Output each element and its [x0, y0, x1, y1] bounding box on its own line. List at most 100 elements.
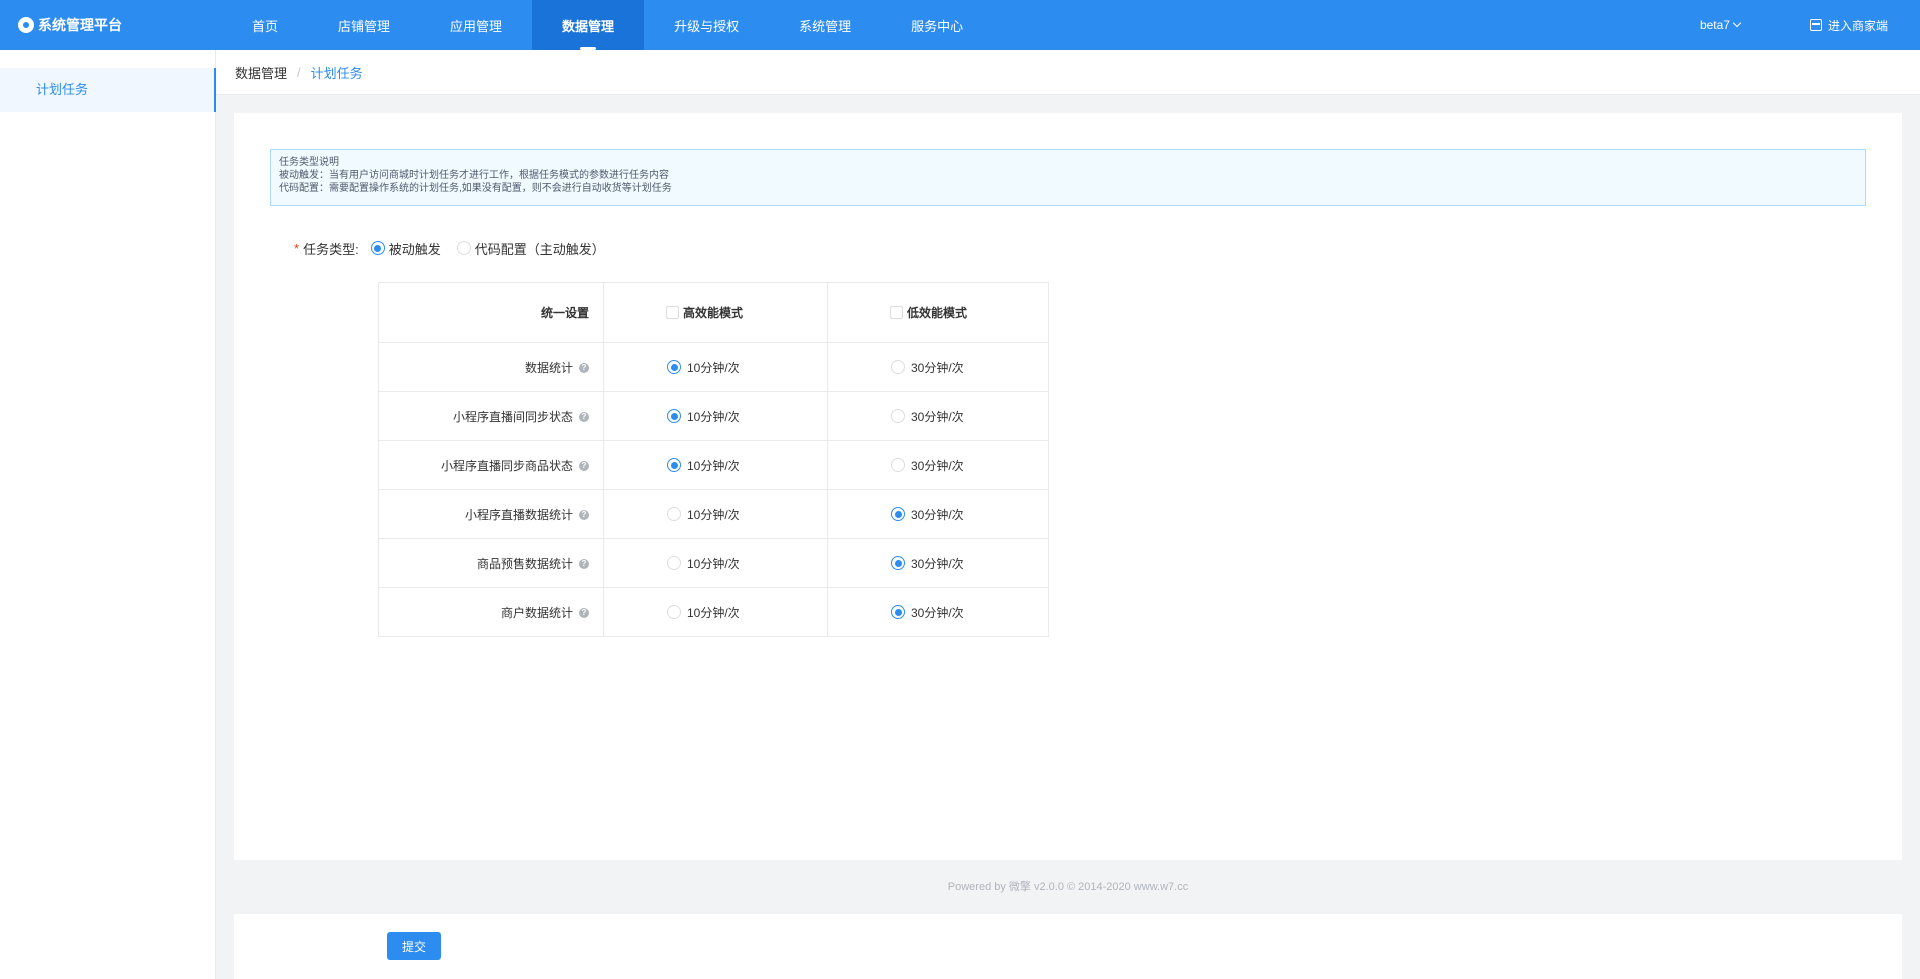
option-label: 10分钟/次: [687, 458, 740, 473]
row-name: 小程序直播数据统计: [464, 507, 573, 522]
row-name: 商户数据统计: [500, 605, 573, 620]
row-option-10min[interactable]: 10分钟/次: [604, 457, 827, 474]
option-label: 30分钟/次: [911, 458, 964, 473]
option-label: 10分钟/次: [687, 409, 740, 424]
row-option-10min[interactable]: 10分钟/次: [604, 604, 827, 621]
radio-10min[interactable]: [667, 556, 681, 570]
table-row: 小程序直播间同步状态? 10分钟/次 30分钟/次: [378, 391, 1049, 441]
nav-item-store-management[interactable]: 店铺管理: [308, 0, 420, 50]
row-option-10min[interactable]: 10分钟/次: [604, 359, 827, 376]
footer-copyright: Powered by 微擎 v2.0.0 © 2014-2020 www.w7.…: [947, 881, 1189, 893]
sidebar-item-scheduled-tasks[interactable]: 计划任务: [0, 68, 216, 112]
nav-item-home[interactable]: 首页: [222, 0, 308, 50]
option-label: 10分钟/次: [687, 605, 740, 620]
radio-10min[interactable]: [667, 360, 681, 374]
row-option-30min[interactable]: 30分钟/次: [828, 604, 1048, 621]
content-card: 任务类型说明 被动触发：当有用户访问商城时计划任务才进行工作，根据任务模式的参数…: [234, 113, 1902, 860]
store-icon: [1809, 19, 1822, 31]
table-row: 小程序直播同步商品状态? 10分钟/次 30分钟/次: [378, 440, 1049, 490]
help-icon[interactable]: ?: [579, 412, 589, 423]
table-row: 商品预售数据统计? 10分钟/次 30分钟/次: [378, 538, 1049, 588]
table-header-row: 统一设置 高效能模式 低效能模式: [378, 282, 1049, 343]
low-performance-checkbox[interactable]: [890, 306, 903, 319]
option-label: 30分钟/次: [911, 605, 964, 620]
user-menu[interactable]: beta7: [1699, 18, 1742, 32]
table-header-low: 低效能模式: [827, 282, 1049, 343]
row-name: 小程序直播同步商品状态: [440, 458, 573, 473]
nav-item-system-management[interactable]: 系统管理: [769, 0, 881, 50]
main-nav: 首页 店铺管理 应用管理 数据管理 升级与授权 系统管理 服务中心: [222, 0, 993, 50]
row-option-10min[interactable]: 10分钟/次: [604, 555, 827, 572]
table-row: 小程序直播数据统计? 10分钟/次 30分钟/次: [378, 489, 1049, 539]
row-name: 小程序直播间同步状态: [452, 409, 573, 424]
task-type-option-passive[interactable]: 被动触发: [370, 239, 441, 258]
task-type-radio-code[interactable]: [456, 241, 471, 255]
help-icon[interactable]: ?: [579, 363, 589, 374]
row-name: 商品预售数据统计: [476, 556, 573, 571]
breadcrumb-separator: /: [297, 64, 301, 80]
chevron-down-icon: [1732, 18, 1742, 28]
table-row: 数据统计? 10分钟/次 30分钟/次: [378, 342, 1049, 392]
row-option-10min[interactable]: 10分钟/次: [604, 408, 827, 425]
radio-10min[interactable]: [667, 605, 681, 619]
radio-30min[interactable]: [891, 507, 905, 521]
radio-30min[interactable]: [891, 360, 905, 374]
top-right-actions: beta7 进入商家端: [1700, 0, 1888, 50]
info-notice: 任务类型说明 被动触发：当有用户访问商城时计划任务才进行工作，根据任务模式的参数…: [270, 149, 1866, 206]
help-icon[interactable]: ?: [579, 559, 589, 570]
notice-line-passive: 被动触发：当有用户访问商城时计划任务才进行工作，根据任务模式的参数进行任务内容: [279, 170, 669, 181]
help-icon[interactable]: ?: [579, 608, 589, 619]
task-type-radio-passive[interactable]: [370, 241, 385, 255]
nav-item-upgrade-license[interactable]: 升级与授权: [644, 0, 769, 50]
nav-item-service-center[interactable]: 服务中心: [881, 0, 993, 50]
help-icon[interactable]: ?: [579, 461, 589, 472]
action-bar: 提交: [234, 914, 1902, 979]
option-label: 10分钟/次: [687, 556, 740, 571]
breadcrumb-parent[interactable]: 数据管理: [235, 63, 287, 82]
table-header-unified: 统一设置: [378, 282, 604, 343]
radio-10min[interactable]: [667, 507, 681, 521]
enter-store-label: 进入商家端: [1827, 18, 1888, 33]
enter-store-link[interactable]: 进入商家端: [1809, 17, 1888, 34]
radio-30min[interactable]: [891, 409, 905, 423]
option-label: 30分钟/次: [911, 556, 964, 571]
option-label: 10分钟/次: [687, 360, 740, 375]
notice-title: 任务类型说明: [279, 157, 339, 168]
notice-line-code: 代码配置：需要配置操作系统的计划任务,如果没有配置，则不会进行自动收货等计划任务: [279, 183, 672, 194]
submit-button[interactable]: 提交: [387, 932, 441, 960]
app-logo[interactable]: 系统管理平台: [18, 0, 122, 50]
row-option-30min[interactable]: 30分钟/次: [828, 506, 1048, 523]
nav-item-data-management[interactable]: 数据管理: [532, 0, 645, 50]
app-title: 系统管理平台: [38, 17, 122, 33]
radio-30min[interactable]: [891, 458, 905, 472]
option-label: 30分钟/次: [911, 360, 964, 375]
high-performance-label: 高效能模式: [683, 306, 744, 320]
task-type-label: 任务类型:: [303, 241, 359, 257]
breadcrumb: 数据管理 / 计划任务: [216, 50, 1920, 95]
sidebar: 计划任务: [0, 50, 216, 979]
help-icon[interactable]: ?: [579, 510, 589, 521]
row-option-30min[interactable]: 30分钟/次: [828, 408, 1048, 425]
task-type-option-code-label: 代码配置（主动触发）: [474, 241, 605, 257]
option-label: 30分钟/次: [911, 409, 964, 424]
required-mark: *: [294, 240, 300, 256]
row-option-30min[interactable]: 30分钟/次: [828, 457, 1048, 474]
radio-10min[interactable]: [667, 458, 681, 472]
high-performance-checkbox[interactable]: [666, 306, 679, 319]
schedule-table: 统一设置 高效能模式 低效能模式 数据统计? 10分钟/次 30分钟/次 小程序…: [378, 282, 1049, 637]
table-row: 商户数据统计? 10分钟/次 30分钟/次: [378, 587, 1049, 637]
row-name: 数据统计: [524, 360, 573, 375]
task-type-option-code[interactable]: 代码配置（主动触发）: [456, 239, 605, 258]
row-option-30min[interactable]: 30分钟/次: [828, 555, 1048, 572]
task-type-field: * 任务类型: 被动触发 代码配置（主动触发）: [294, 238, 621, 258]
nav-item-app-management[interactable]: 应用管理: [420, 0, 532, 50]
radio-10min[interactable]: [667, 409, 681, 423]
radio-30min[interactable]: [891, 605, 905, 619]
row-option-30min[interactable]: 30分钟/次: [828, 359, 1048, 376]
gear-icon: [18, 17, 34, 33]
table-header-high: 高效能模式: [603, 282, 828, 343]
radio-30min[interactable]: [891, 556, 905, 570]
task-type-option-passive-label: 被动触发: [388, 241, 441, 257]
row-option-10min[interactable]: 10分钟/次: [604, 506, 827, 523]
user-name: beta7: [1699, 18, 1730, 32]
